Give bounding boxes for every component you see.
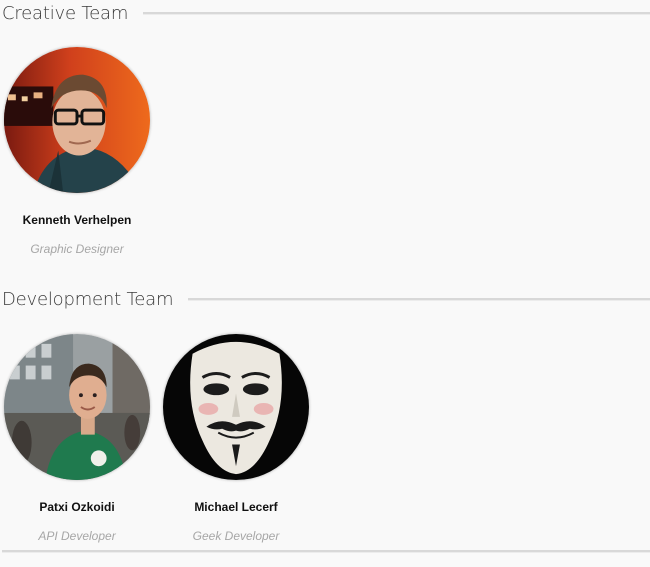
section-title: Creative Team xyxy=(2,2,129,24)
member-role: API Developer xyxy=(38,529,116,543)
member-name: Kenneth Verhelpen xyxy=(22,213,132,227)
creative-team-header: Creative Team xyxy=(2,0,650,26)
team-member-card[interactable]: Kenneth Verhelpen Graphic Designer xyxy=(3,46,151,256)
member-role: Graphic Designer xyxy=(30,242,124,256)
person-in-green-shirt-avatar[interactable] xyxy=(3,333,151,481)
guy-fawkes-mask-avatar[interactable] xyxy=(162,333,310,481)
section-divider xyxy=(2,550,650,553)
portrait-image xyxy=(4,334,150,480)
section-divider xyxy=(143,11,650,15)
portrait-image xyxy=(4,47,150,193)
member-role: Geek Developer xyxy=(192,529,280,543)
section-title: Development Team xyxy=(2,288,174,310)
development-team-header: Development Team xyxy=(2,286,650,312)
team-member-card[interactable]: Michael Lecerf Geek Developer xyxy=(162,333,310,543)
person-with-glasses-avatar[interactable] xyxy=(3,46,151,194)
team-member-card[interactable]: Patxi Ozkoidi API Developer xyxy=(3,333,151,543)
member-name: Patxi Ozkoidi xyxy=(39,500,115,514)
portrait-image xyxy=(163,334,309,480)
member-name: Michael Lecerf xyxy=(194,500,278,514)
section-divider xyxy=(188,297,650,301)
team-page: Creative Team Kenneth Verhelpen Graphic … xyxy=(0,0,650,567)
